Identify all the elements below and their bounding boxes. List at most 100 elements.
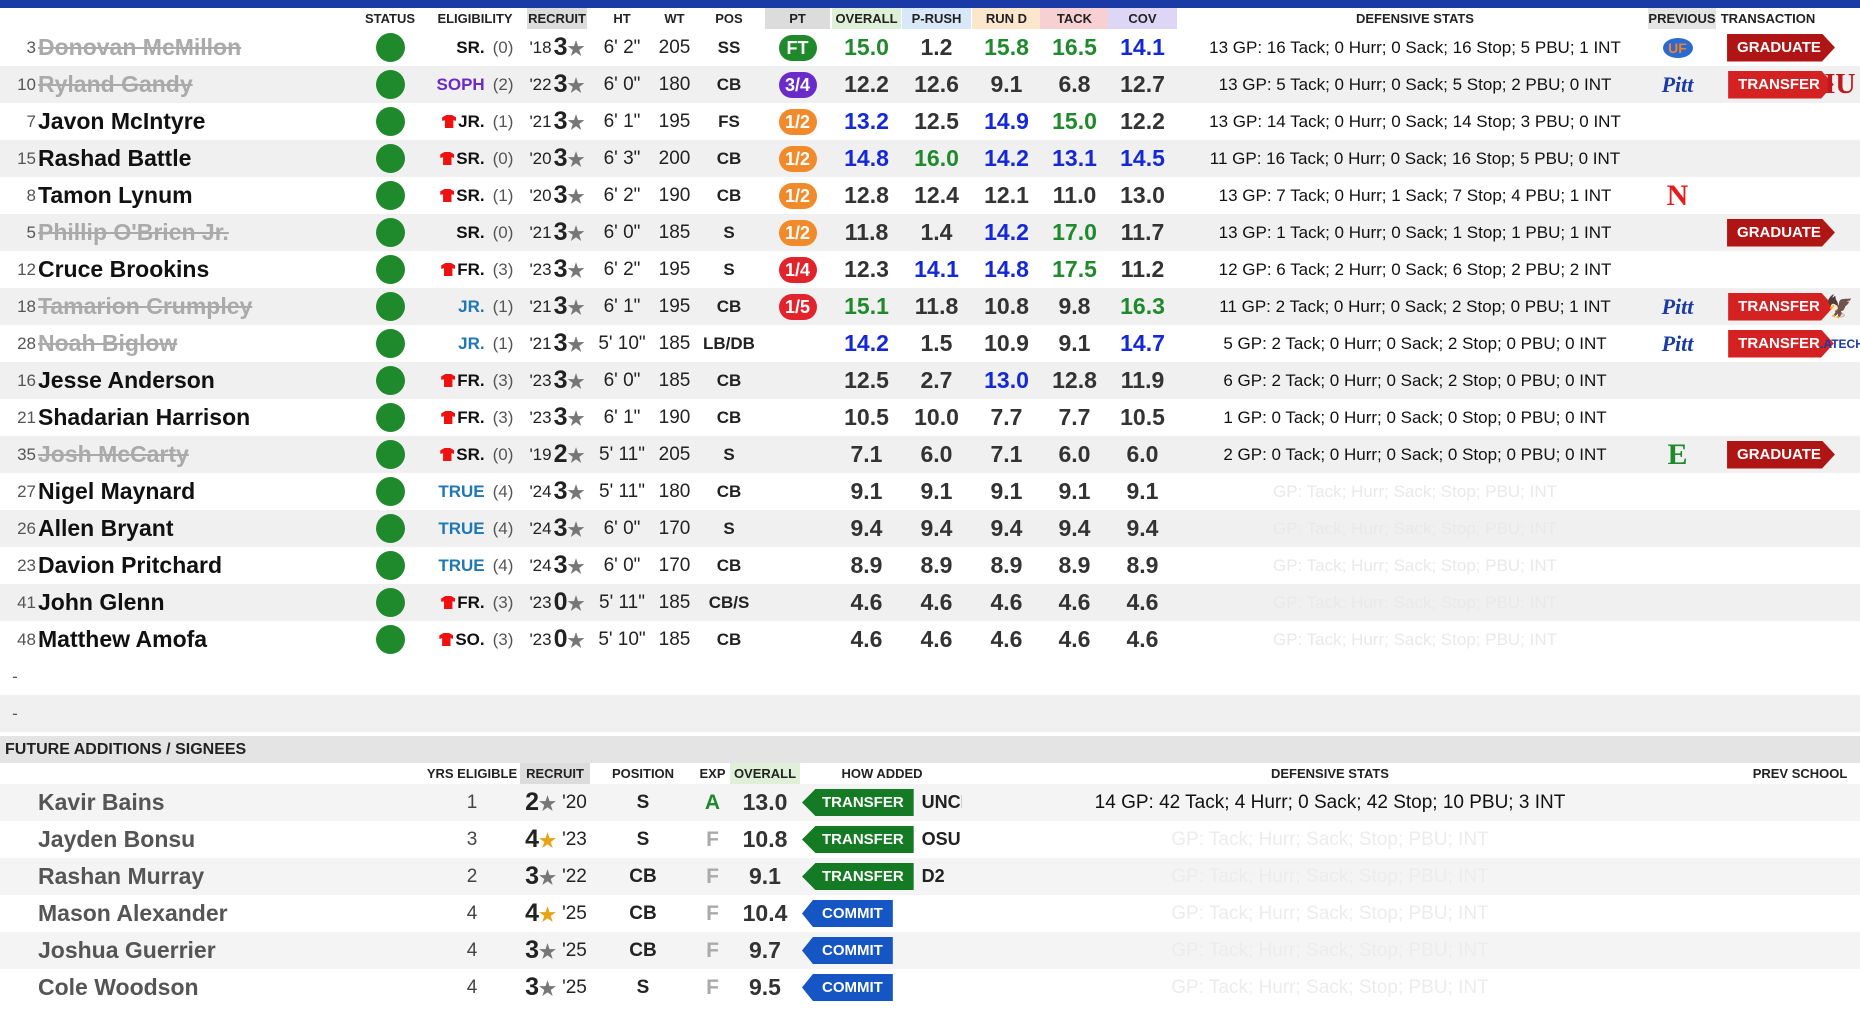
header-overall[interactable]: OVERALL — [832, 8, 901, 29]
header-previous[interactable]: PREVIOUS — [1648, 8, 1716, 29]
header-defensive-stats[interactable]: DEFENSIVE STATS — [960, 763, 1700, 784]
player-name[interactable]: Tamarion Crumpley — [38, 288, 348, 325]
signee-row[interactable]: Cole Woodson 4 3★ '25 S F 9.5 COMMIT GP: Tack; H… — [0, 969, 1860, 1006]
signee-name[interactable]: Kavir Bains — [38, 784, 398, 821]
player-row[interactable]: 3 Donovan McMillon SR. (0) '18 3★ 6' 2" 205 SS FT… — [0, 29, 1860, 66]
player-name[interactable]: Jesse Anderson — [38, 362, 348, 399]
header-rund[interactable]: RUN D — [972, 8, 1041, 29]
signee-row[interactable]: Mason Alexander 4 4★ '25 CB F 10.4 COMMIT GP: Ta… — [0, 895, 1860, 932]
pass-rush-grade: 11.8 — [902, 288, 971, 325]
header-prev-school[interactable]: PREV SCHOOL — [1740, 763, 1860, 784]
how-added[interactable]: TRANSFER D2 — [802, 858, 962, 895]
overall-grade: 10.8 — [730, 821, 800, 858]
recruit-year: '23 — [562, 828, 587, 850]
player-name[interactable]: Javon McIntyre — [38, 103, 348, 140]
player-row[interactable]: 5 Phillip O'Brien Jr. SR. (0) '21 3★ 6' 0" 185 S… — [0, 214, 1860, 251]
destination-school — [1820, 547, 1860, 584]
header-position[interactable]: POSITION — [603, 763, 683, 784]
recruit-stars: 3★ — [554, 107, 585, 136]
header-tack[interactable]: TACK — [1040, 8, 1109, 29]
header-overall[interactable]: OVERALL — [730, 763, 800, 784]
header-prush[interactable]: P-RUSH — [902, 8, 971, 29]
player-row[interactable]: 48 Matthew Amofa SO. (3) '23 0★ 5' 10" 185 CB 4.6… — [0, 621, 1860, 658]
player-name[interactable]: Cruce Brookins — [38, 251, 348, 288]
signee-name[interactable]: Jayden Bonsu — [38, 821, 398, 858]
player-name[interactable]: Allen Bryant — [38, 510, 348, 547]
player-row[interactable]: 15 Rashad Battle SR. (0) '20 3★ 6' 3" 200 CB 1/2 1… — [0, 140, 1860, 177]
player-row[interactable]: 10 Ryland Gandy SOPH (2) '22 3★ 6' 0" 180 CB 3/4 1… — [0, 66, 1860, 103]
star-count: 0 — [553, 625, 568, 653]
run-defense-grade-value: 12.1 — [984, 182, 1029, 208]
player-name[interactable]: Donovan McMillon — [38, 29, 348, 66]
overall-grade-value: 15.0 — [844, 34, 889, 60]
weight: 185 — [658, 628, 691, 650]
header-defensive-stats[interactable]: DEFENSIVE STATS — [1180, 8, 1650, 29]
player-name[interactable]: Ryland Gandy — [38, 66, 348, 103]
player-name[interactable]: Shadarian Harrison — [38, 399, 348, 436]
how-added[interactable]: TRANSFER UNCP — [802, 784, 962, 821]
header-transaction[interactable]: TRANSACTION — [1718, 8, 1818, 29]
player-name[interactable]: Rashad Battle — [38, 140, 348, 177]
header-eligibility[interactable]: ELIGIBILITY — [425, 8, 525, 29]
height: 5' 10" — [598, 628, 646, 650]
coverage-grade-value: 4.6 — [1126, 626, 1159, 652]
player-name[interactable]: Tamon Lynum — [38, 177, 348, 214]
player-name[interactable]: Nigel Maynard — [38, 473, 348, 510]
eligibility-remaining: (1) — [492, 185, 514, 205]
signee-row[interactable]: Rashan Murray 2 3★ '22 CB F 9.1 TRANSFER D2 GP: T… — [0, 858, 1860, 895]
signee-name[interactable]: Rashan Murray — [38, 858, 398, 895]
signee-row[interactable]: Jayden Bonsu 3 4★ '23 S F 10.8 TRANSFER OSU GP: T… — [0, 821, 1860, 858]
signee-name[interactable]: Joshua Guerrier — [38, 932, 398, 969]
player-row[interactable]: 27 Nigel Maynard TRUE (4) '24 3★ 5' 11" 180 CB 9.… — [0, 473, 1860, 510]
transaction-badge: GRADUATE — [1727, 33, 1835, 62]
header-wt[interactable]: WT — [652, 8, 697, 29]
coverage-grade-value: 12.7 — [1120, 71, 1165, 97]
previous-school — [1650, 473, 1705, 510]
player-name[interactable]: Noah Biglow — [38, 325, 348, 362]
header-pt[interactable]: PT — [765, 8, 830, 29]
player-name[interactable]: Matthew Amofa — [38, 621, 348, 658]
player-row[interactable]: 26 Allen Bryant TRUE (4) '24 3★ 6' 0" 170 S 9.4 9.… — [0, 510, 1860, 547]
signee-row[interactable]: Joshua Guerrier 4 3★ '25 CB F 9.7 COMMIT GP: Tac… — [0, 932, 1860, 969]
how-added[interactable]: TRANSFER OSU — [802, 821, 962, 858]
header-cov[interactable]: COV — [1108, 8, 1177, 29]
how-added[interactable]: COMMIT — [802, 895, 962, 932]
recruit-info: '23 0★ — [527, 621, 587, 658]
header-yrs-eligible[interactable]: YRS ELIGIBLE — [412, 763, 532, 784]
player-row[interactable]: 18 Tamarion Crumpley JR. (1) '21 3★ 6' 1" 195 CB… — [0, 288, 1860, 325]
how-added[interactable]: COMMIT — [802, 932, 962, 969]
eligibility-class: FR. — [437, 260, 485, 280]
how-added[interactable]: COMMIT — [802, 969, 962, 1006]
run-defense-grade: 15.8 — [972, 29, 1041, 66]
player-row[interactable]: 35 Josh McCarty SR. (0) '19 2★ 5' 11" 205 S 7.1 6.… — [0, 436, 1860, 473]
recruit-year: '18 — [529, 37, 552, 57]
header-how-added[interactable]: HOW ADDED — [802, 763, 962, 784]
player-row[interactable]: 12 Cruce Brookins FR. (3) '23 3★ 6' 2" 195 S 1/4 1… — [0, 251, 1860, 288]
header-pos[interactable]: POS — [698, 8, 760, 29]
player-row[interactable]: 28 Noah Biglow JR. (1) '21 3★ 5' 10" 185 LB/DB 14… — [0, 325, 1860, 362]
player-row[interactable]: 7 Javon McIntyre JR. (1) '21 3★ 6' 1" 195 FS 1/2 1… — [0, 103, 1860, 140]
player-rows: 3 Donovan McMillon SR. (0) '18 3★ 6' 2" 205 SS FT… — [0, 29, 1860, 658]
previous-school-logo-icon: Pitt — [1661, 293, 1694, 319]
player-name[interactable]: John Glenn — [38, 584, 348, 621]
player-row[interactable]: 41 John Glenn FR. (3) '23 0★ 5' 11" 185 CB/S 4.6 4… — [0, 584, 1860, 621]
header-status[interactable]: STATUS — [360, 8, 420, 29]
signee-row[interactable]: Kavir Bains12★'20SA13.0TRANSFERUNCP14 GP… — [0, 784, 1860, 821]
header-exp[interactable]: EXP — [695, 763, 730, 784]
player-row[interactable]: 16 Jesse Anderson FR. (3) '23 3★ 6' 0" 185 CB 12.… — [0, 362, 1860, 399]
tackling-grade: 8.9 — [1040, 547, 1109, 584]
player-row[interactable]: 23 Davion Pritchard TRUE (4) '24 3★ 6' 0" 170 CB… — [0, 547, 1860, 584]
status-dot-icon — [375, 181, 405, 210]
signee-name[interactable]: Cole Woodson — [38, 969, 398, 1006]
header-recruit[interactable]: RECRUIT — [527, 8, 587, 29]
defensive-stats: GP: Tack; Hurr; Sack; Stop; PBU; INT — [1272, 555, 1558, 575]
header-ht[interactable]: HT — [592, 8, 652, 29]
player-row[interactable]: 8 Tamon Lynum SR. (1) '20 3★ 6' 2" 190 CB 1/2 12.8… — [0, 177, 1860, 214]
signee-name[interactable]: Mason Alexander — [38, 895, 398, 932]
header-recruit[interactable]: RECRUIT — [520, 763, 590, 784]
player-name[interactable]: Davion Pritchard — [38, 547, 348, 584]
player-name[interactable]: Josh McCarty — [38, 436, 348, 473]
experience-grade: F — [706, 901, 719, 925]
player-name[interactable]: Phillip O'Brien Jr. — [38, 214, 348, 251]
player-row[interactable]: 21 Shadarian Harrison FR. (3) '23 3★ 6' 1" 190 C… — [0, 399, 1860, 436]
